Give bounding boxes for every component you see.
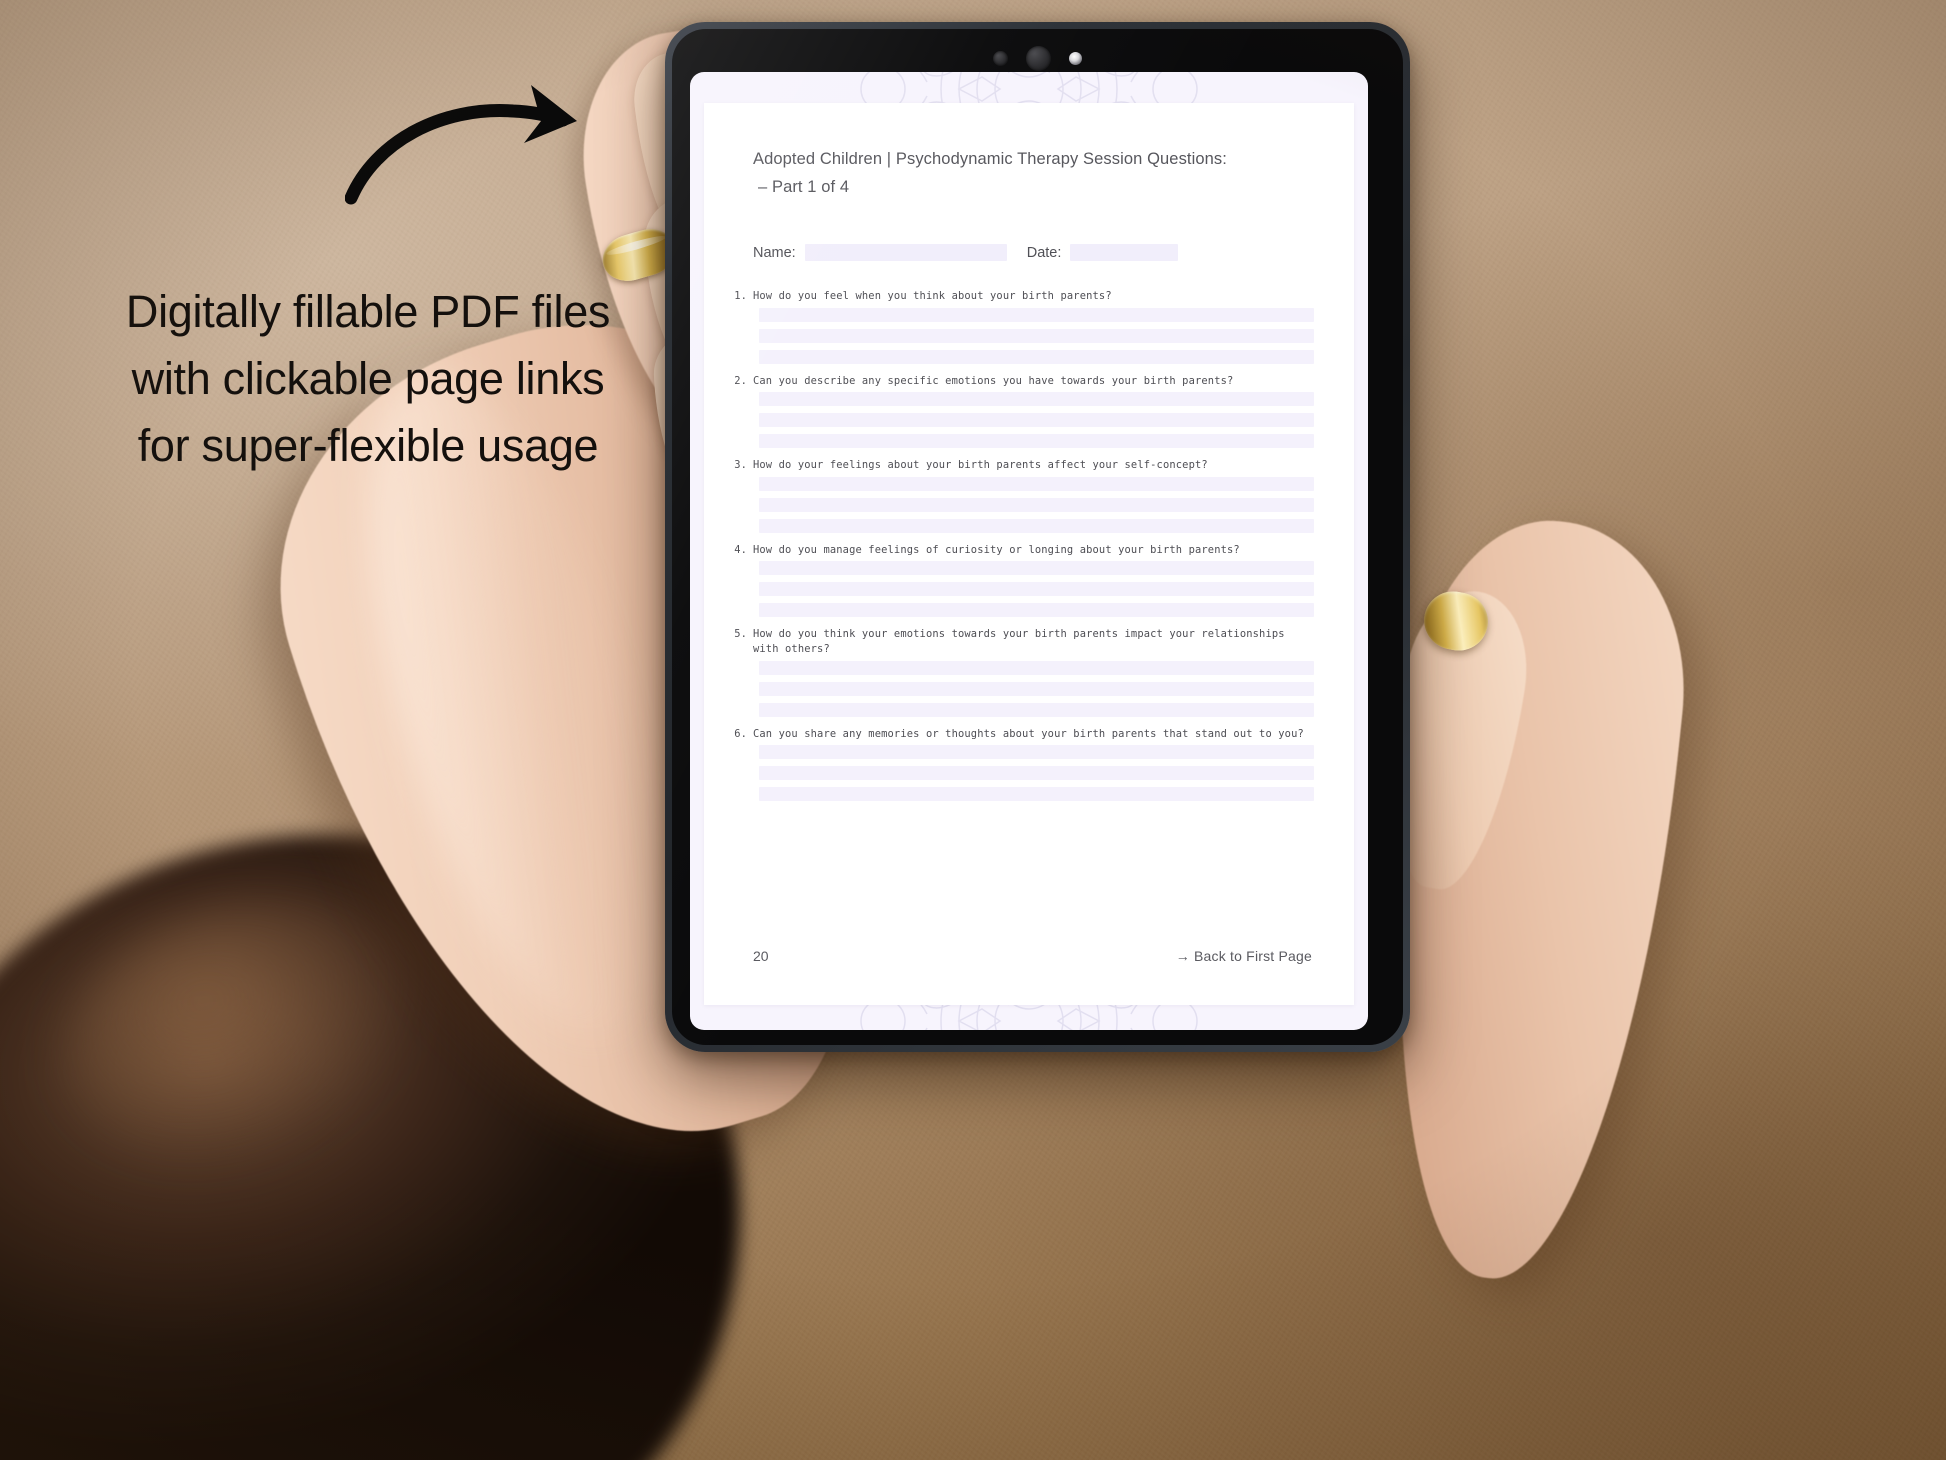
answer-lines bbox=[759, 476, 1314, 533]
answer-line-input[interactable] bbox=[759, 787, 1314, 802]
question-text: How do you feel when you think about you… bbox=[753, 290, 1112, 302]
question-text: How do you manage feelings of curiosity … bbox=[753, 543, 1240, 556]
question-block: 5. How do you think your emotions towards… bbox=[734, 627, 1314, 717]
answer-line-input[interactable] bbox=[759, 307, 1314, 322]
answer-lines bbox=[759, 561, 1314, 618]
answer-line-input[interactable] bbox=[759, 518, 1314, 533]
question-text: How do you think your emotions towards y… bbox=[753, 628, 1285, 655]
name-date-row: Name: Date: bbox=[753, 244, 1303, 261]
question-number: 5. bbox=[734, 628, 747, 641]
camera-cluster bbox=[672, 43, 1403, 73]
document-title-line1: Adopted Children | Psychodynamic Therapy… bbox=[753, 150, 1227, 168]
answer-line-input[interactable] bbox=[759, 349, 1314, 364]
curved-arrow-icon bbox=[345, 85, 577, 205]
question-row: 5. How do you think your emotions towards… bbox=[734, 627, 1314, 656]
tablet-screen[interactable]: Adopted Children | Psychodynamic Therapy… bbox=[690, 72, 1368, 1030]
promo-line-1: Digitally fillable PDF files bbox=[125, 286, 611, 337]
answer-line-input[interactable] bbox=[759, 766, 1314, 781]
questions-list: 1. How do you feel when you think about y… bbox=[734, 289, 1314, 811]
date-input[interactable] bbox=[1070, 244, 1179, 261]
question-block: 2. Can you describe any specific emotions… bbox=[734, 374, 1314, 449]
document-title-line2: – Part 1 of 4 bbox=[758, 178, 850, 196]
name-input[interactable] bbox=[804, 244, 1007, 261]
date-label: Date: bbox=[1026, 244, 1062, 261]
tablet-device: Adopted Children | Psychodynamic Therapy… bbox=[665, 22, 1410, 1052]
answer-line-input[interactable] bbox=[759, 413, 1314, 428]
question-number: 3. bbox=[734, 459, 747, 472]
answer-line-input[interactable] bbox=[759, 476, 1314, 491]
answer-line-input[interactable] bbox=[759, 702, 1314, 717]
answer-line-input[interactable] bbox=[759, 392, 1314, 407]
answer-line-input[interactable] bbox=[759, 561, 1314, 576]
promo-line-3: for super-flexible usage bbox=[137, 420, 599, 471]
back-to-first-page-link[interactable]: → Back to First Page bbox=[1176, 948, 1312, 964]
answer-line-input[interactable] bbox=[759, 328, 1314, 343]
answer-lines bbox=[759, 745, 1314, 802]
question-row: 4. How do you manage feelings of curiosit… bbox=[734, 543, 1314, 558]
name-label: Name: bbox=[753, 244, 796, 261]
answer-line-input[interactable] bbox=[759, 660, 1314, 675]
pdf-page: Adopted Children | Psychodynamic Therapy… bbox=[704, 103, 1354, 1005]
answer-line-input[interactable] bbox=[759, 603, 1314, 618]
question-row: 3. How do your feelings about your birth … bbox=[734, 458, 1314, 473]
question-row: 1. How do you feel when you think about y… bbox=[734, 289, 1314, 304]
answer-line-input[interactable] bbox=[759, 582, 1314, 597]
promo-line-2: with clickable page links bbox=[131, 353, 605, 404]
answer-lines bbox=[759, 392, 1314, 449]
page-number: 20 bbox=[753, 948, 769, 964]
answer-lines bbox=[759, 307, 1314, 364]
question-number: 2. bbox=[734, 374, 747, 387]
question-row: 6. Can you share any memories or thoughts… bbox=[734, 727, 1314, 742]
question-block: 1. How do you feel when you think about y… bbox=[734, 289, 1314, 364]
answer-line-input[interactable] bbox=[759, 745, 1314, 760]
question-number: 6. bbox=[734, 727, 747, 740]
page-footer: 20 → Back to First Page bbox=[753, 948, 1312, 964]
promo-text: Digitally fillable PDF files with clicka… bbox=[58, 278, 678, 479]
camera-sensor-icon bbox=[1069, 51, 1082, 65]
answer-line-input[interactable] bbox=[759, 497, 1314, 512]
question-block: 4. How do you manage feelings of curiosit… bbox=[734, 543, 1314, 618]
answer-lines bbox=[759, 660, 1314, 717]
question-number: 4. bbox=[734, 543, 747, 556]
question-text: Can you describe any specific emotions y… bbox=[753, 374, 1234, 387]
tablet-bezel: Adopted Children | Psychodynamic Therapy… bbox=[672, 29, 1403, 1045]
question-number: 1. bbox=[734, 290, 747, 302]
document-title: Adopted Children | Psychodynamic Therapy… bbox=[753, 145, 1298, 201]
question-block: 3. How do your feelings about your birth … bbox=[734, 458, 1314, 533]
photo-scene: Adopted Children | Psychodynamic Therapy… bbox=[0, 0, 1946, 1460]
question-text: Can you share any memories or thoughts a… bbox=[753, 727, 1304, 740]
question-text: How do your feelings about your birth pa… bbox=[753, 459, 1208, 472]
answer-line-input[interactable] bbox=[759, 681, 1314, 696]
camera-dot-icon bbox=[993, 50, 1008, 66]
camera-lens-icon bbox=[1026, 45, 1051, 71]
question-row: 2. Can you describe any specific emotions… bbox=[734, 374, 1314, 389]
question-block: 6. Can you share any memories or thoughts… bbox=[734, 727, 1314, 802]
answer-line-input[interactable] bbox=[759, 434, 1314, 449]
